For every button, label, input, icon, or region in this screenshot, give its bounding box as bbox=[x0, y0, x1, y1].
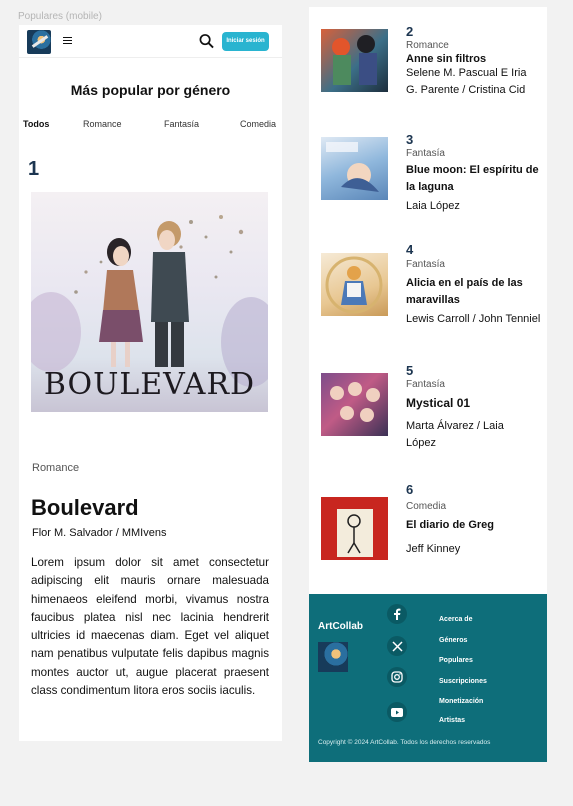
ranked-list: 2 Romance Anne sin filtros Selene M. Pas… bbox=[309, 7, 547, 594]
youtube-icon[interactable] bbox=[387, 702, 407, 722]
item-rank: 2 bbox=[406, 24, 414, 39]
featured-description: Lorem ipsum dolor sit amet consectetur a… bbox=[31, 556, 269, 698]
item-rank: 6 bbox=[406, 482, 414, 497]
x-icon[interactable] bbox=[387, 636, 407, 656]
footer-link-generos[interactable]: Géneros bbox=[439, 637, 467, 644]
featured-title[interactable]: Boulevard bbox=[31, 495, 139, 521]
search-icon[interactable] bbox=[199, 33, 214, 49]
footer: ArtCollab Acerca de Géneros Populares Su… bbox=[309, 594, 547, 762]
tab-romance[interactable]: Romance bbox=[83, 119, 122, 129]
footer-link-monetizacion[interactable]: Monetización bbox=[439, 698, 483, 705]
login-button[interactable]: Iniciar sesión bbox=[222, 32, 269, 51]
top-bar: Iniciar sesión bbox=[19, 25, 282, 58]
item-genre: Comedia bbox=[406, 501, 447, 512]
artcollab-logo[interactable] bbox=[27, 30, 51, 54]
item-rank: 3 bbox=[406, 132, 414, 147]
book-cover-thumbnail[interactable] bbox=[321, 497, 388, 560]
item-author: Selene M. Pascual E Iria G. Parente / Cr… bbox=[406, 67, 527, 96]
item-genre: Fantasía bbox=[406, 379, 445, 390]
tab-comedia[interactable]: Comedia bbox=[240, 119, 276, 129]
featured-rank: 1 bbox=[28, 158, 40, 180]
tab-todos[interactable]: Todos bbox=[23, 119, 49, 129]
book-cover-thumbnail[interactable] bbox=[321, 253, 388, 316]
book-cover-thumbnail[interactable] bbox=[321, 373, 388, 436]
facebook-icon[interactable] bbox=[387, 604, 407, 624]
cover-art bbox=[326, 142, 379, 192]
frame-label: Populares (mobile) bbox=[18, 11, 102, 22]
featured-genre: Romance bbox=[32, 462, 80, 474]
item-genre: Romance bbox=[406, 40, 449, 51]
item-author: Lewis Carroll / John Tenniel bbox=[406, 313, 541, 325]
footer-link-acerca[interactable]: Acerca de bbox=[439, 616, 472, 623]
tab-fantasia[interactable]: Fantasía bbox=[164, 119, 199, 129]
footer-link-populares[interactable]: Populares bbox=[439, 657, 473, 664]
item-author: Jeff Kinney bbox=[406, 543, 461, 555]
footer-logo[interactable] bbox=[318, 642, 348, 672]
item-rank: 5 bbox=[406, 363, 414, 378]
cover-art bbox=[337, 509, 373, 557]
cover-art bbox=[330, 382, 380, 422]
item-title[interactable]: Alicia en el país de las maravillas bbox=[406, 275, 541, 309]
item-rank: 4 bbox=[406, 242, 414, 257]
item-genre: Fantasía bbox=[406, 148, 445, 159]
item-author: Laia López bbox=[406, 200, 460, 212]
footer-link-artistas[interactable]: Artistas bbox=[439, 717, 465, 724]
item-title[interactable]: El diario de Greg bbox=[406, 517, 541, 534]
item-title[interactable]: Mystical 01 bbox=[406, 395, 541, 412]
page-title: Más popular por género bbox=[70, 82, 231, 98]
cover-art bbox=[332, 35, 377, 85]
book-cover-thumbnail[interactable] bbox=[321, 29, 388, 92]
featured-author: Flor M. Salvador / MMIvens bbox=[32, 527, 167, 539]
genre-tabs: Todos Romance Fantasía Comedia bbox=[19, 119, 282, 133]
footer-brand: ArtCollab bbox=[318, 621, 363, 632]
footer-link-suscripciones[interactable]: Suscripciones bbox=[439, 678, 487, 685]
mobile-page-main: Iniciar sesión Más popular por género To… bbox=[19, 25, 282, 741]
item-genre: Fantasía bbox=[406, 259, 445, 270]
hamburger-menu-icon[interactable] bbox=[63, 37, 72, 44]
item-author: Marta Álvarez / Laia López bbox=[406, 420, 504, 449]
book-cover-thumbnail[interactable] bbox=[321, 137, 388, 200]
featured-cover-image[interactable]: BOULEVARD bbox=[31, 192, 268, 412]
cover-art bbox=[325, 256, 383, 314]
item-title[interactable]: Blue moon: El espíritu de la laguna bbox=[406, 162, 541, 196]
instagram-icon[interactable] bbox=[387, 667, 407, 687]
copyright-text: Copyright © 2024 ArtCollab. Todos los de… bbox=[318, 739, 491, 746]
cover-title-text: BOULEVARD bbox=[43, 367, 256, 402]
